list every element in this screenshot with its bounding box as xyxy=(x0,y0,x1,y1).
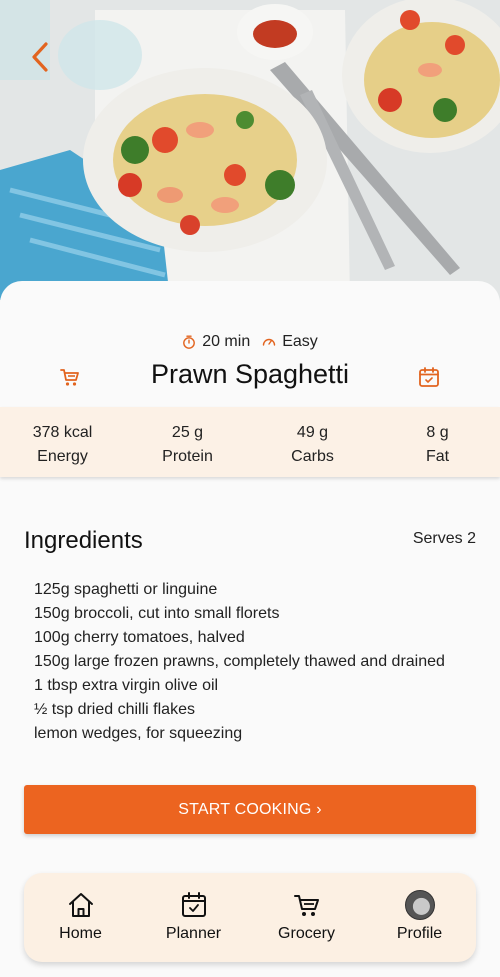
nutrition-bar: 378 kcal Energy 25 g Protein 49 g Carbs … xyxy=(0,407,500,477)
recipe-card: 20 min Easy Prawn Spaghetti 378 kcal Ene… xyxy=(0,281,500,977)
back-button[interactable] xyxy=(26,40,56,74)
cart-icon xyxy=(292,890,322,920)
ingredient-item: 100g cherry tomatoes, halved xyxy=(34,629,245,646)
ingredient-item: ½ tsp dried chilli flakes xyxy=(34,701,195,718)
nutrition-value: 8 g xyxy=(426,424,449,441)
calendar-icon xyxy=(179,890,209,920)
bottom-navigation: Home Planner Grocery Profile xyxy=(24,873,476,962)
home-icon xyxy=(66,890,96,920)
nutrition-label: Fat xyxy=(425,448,450,465)
timer-icon xyxy=(182,335,196,349)
nav-home[interactable]: Home xyxy=(24,873,137,962)
calendar-check-icon xyxy=(419,367,439,387)
nutrition-value: 25 g xyxy=(171,424,204,441)
nav-planner[interactable]: Planner xyxy=(137,873,250,962)
nutrition-energy: 378 kcal Energy xyxy=(0,407,125,477)
ingredients-list: 125g spaghetti or linguine 150g broccoli… xyxy=(34,578,445,746)
nav-label: Grocery xyxy=(278,925,335,942)
nav-label: Planner xyxy=(165,925,222,942)
ingredient-item: 1 tbsp extra virgin olive oil xyxy=(34,677,219,694)
nutrition-value: 378 kcal xyxy=(32,424,93,441)
gauge-icon xyxy=(262,335,276,349)
nav-grocery[interactable]: Grocery xyxy=(250,873,363,962)
nav-label: Home xyxy=(59,925,102,942)
recipe-meta: 20 min Easy xyxy=(0,333,500,351)
nutrition-value: 49 g xyxy=(296,424,329,441)
difficulty: Easy xyxy=(282,333,318,350)
nutrition-carbs: 49 g Carbs xyxy=(250,407,375,477)
nutrition-label: Energy xyxy=(37,448,88,465)
ingredient-item: 125g spaghetti or linguine xyxy=(34,581,218,598)
nutrition-label: Protein xyxy=(162,448,213,465)
ingredient-item: lemon wedges, for squeezing xyxy=(34,725,243,742)
nutrition-fat: 8 g Fat xyxy=(375,407,500,477)
nutrition-label: Carbs xyxy=(291,448,334,465)
start-cooking-button[interactable]: START COOKING › xyxy=(24,785,476,834)
avatar xyxy=(404,890,435,920)
chevron-left-icon xyxy=(32,42,48,72)
ingredient-item: 150g large frozen prawns, completely tha… xyxy=(34,653,445,670)
serves-count: Serves 2 xyxy=(412,530,476,547)
recipe-hero-image xyxy=(0,0,500,300)
add-to-planner-button[interactable] xyxy=(417,365,441,389)
nutrition-protein: 25 g Protein xyxy=(125,407,250,477)
nav-profile[interactable]: Profile xyxy=(363,873,476,962)
ingredient-item: 150g broccoli, cut into small florets xyxy=(34,605,280,622)
ingredients-heading: Ingredients xyxy=(24,527,143,554)
nav-label: Profile xyxy=(396,925,443,942)
cook-time: 20 min xyxy=(202,333,251,350)
